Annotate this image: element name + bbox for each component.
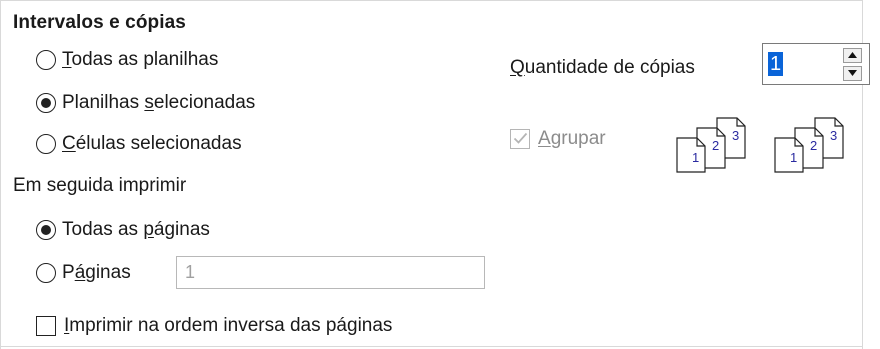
collate-icon-number: 1	[790, 150, 797, 165]
copies-label: Quantidade de cópias	[510, 57, 695, 78]
panel-left-border	[0, 0, 1, 349]
spin-up-icon[interactable]	[843, 47, 862, 63]
section-title-ranges: Intervalos e cópias	[13, 12, 186, 33]
collate-pages-icon: 3 2 1	[676, 117, 746, 173]
radio-selected-sheets[interactable]: Planilhas selecionadas	[36, 90, 255, 116]
collate-icon-number: 2	[810, 138, 817, 153]
radio-all-sheets[interactable]: Todas as planilhas	[36, 47, 218, 73]
radio-all-pages-label: Todas as páginas	[62, 219, 210, 240]
panel-bottom-border	[0, 346, 863, 347]
radio-selected-sheets-label: Planilhas selecionadas	[62, 92, 256, 113]
pages-range-input[interactable]: 1	[176, 256, 485, 289]
radio-selected-cells[interactable]: Células selecionadas	[36, 131, 242, 157]
copies-spinbox[interactable]: 1	[762, 43, 870, 85]
radio-indicator	[36, 50, 56, 70]
radio-indicator-checked	[36, 220, 56, 240]
collate-icon-number: 1	[692, 150, 699, 165]
spin-down-icon[interactable]	[843, 65, 862, 81]
checkbox-collate-label: Agrupar	[538, 128, 606, 149]
copies-value-field[interactable]: 1	[763, 44, 843, 84]
radio-selected-cells-label: Células selecionadas	[62, 133, 242, 154]
collate-icon-number: 3	[732, 128, 739, 143]
radio-pages[interactable]: Páginas	[36, 260, 131, 286]
radio-pages-label: Páginas	[62, 262, 131, 283]
checkbox-reverse-order-label: Imprimir na ordem inversa das páginas	[64, 315, 393, 336]
checkbox-reverse-order[interactable]: Imprimir na ordem inversa das páginas	[36, 313, 392, 339]
checkbox-collate[interactable]: Agrupar	[510, 126, 606, 152]
radio-all-pages[interactable]: Todas as páginas	[36, 217, 210, 243]
checkbox-indicator	[36, 316, 56, 336]
radio-indicator-checked	[36, 93, 56, 113]
radio-indicator	[36, 263, 56, 283]
spin-buttons	[843, 44, 869, 84]
pages-range-value: 1	[185, 262, 196, 282]
panel-top-border	[0, 0, 863, 1]
collate-icon-number: 2	[712, 138, 719, 153]
copies-value: 1	[768, 52, 784, 76]
collate-pages-icon: 3 2 1	[774, 117, 844, 173]
checkbox-indicator-checked-disabled	[510, 129, 530, 149]
radio-all-sheets-label: Todas as planilhas	[62, 49, 219, 70]
section-title-print: Em seguida imprimir	[13, 175, 187, 196]
collate-icon-number: 3	[830, 128, 837, 143]
radio-indicator	[36, 134, 56, 154]
